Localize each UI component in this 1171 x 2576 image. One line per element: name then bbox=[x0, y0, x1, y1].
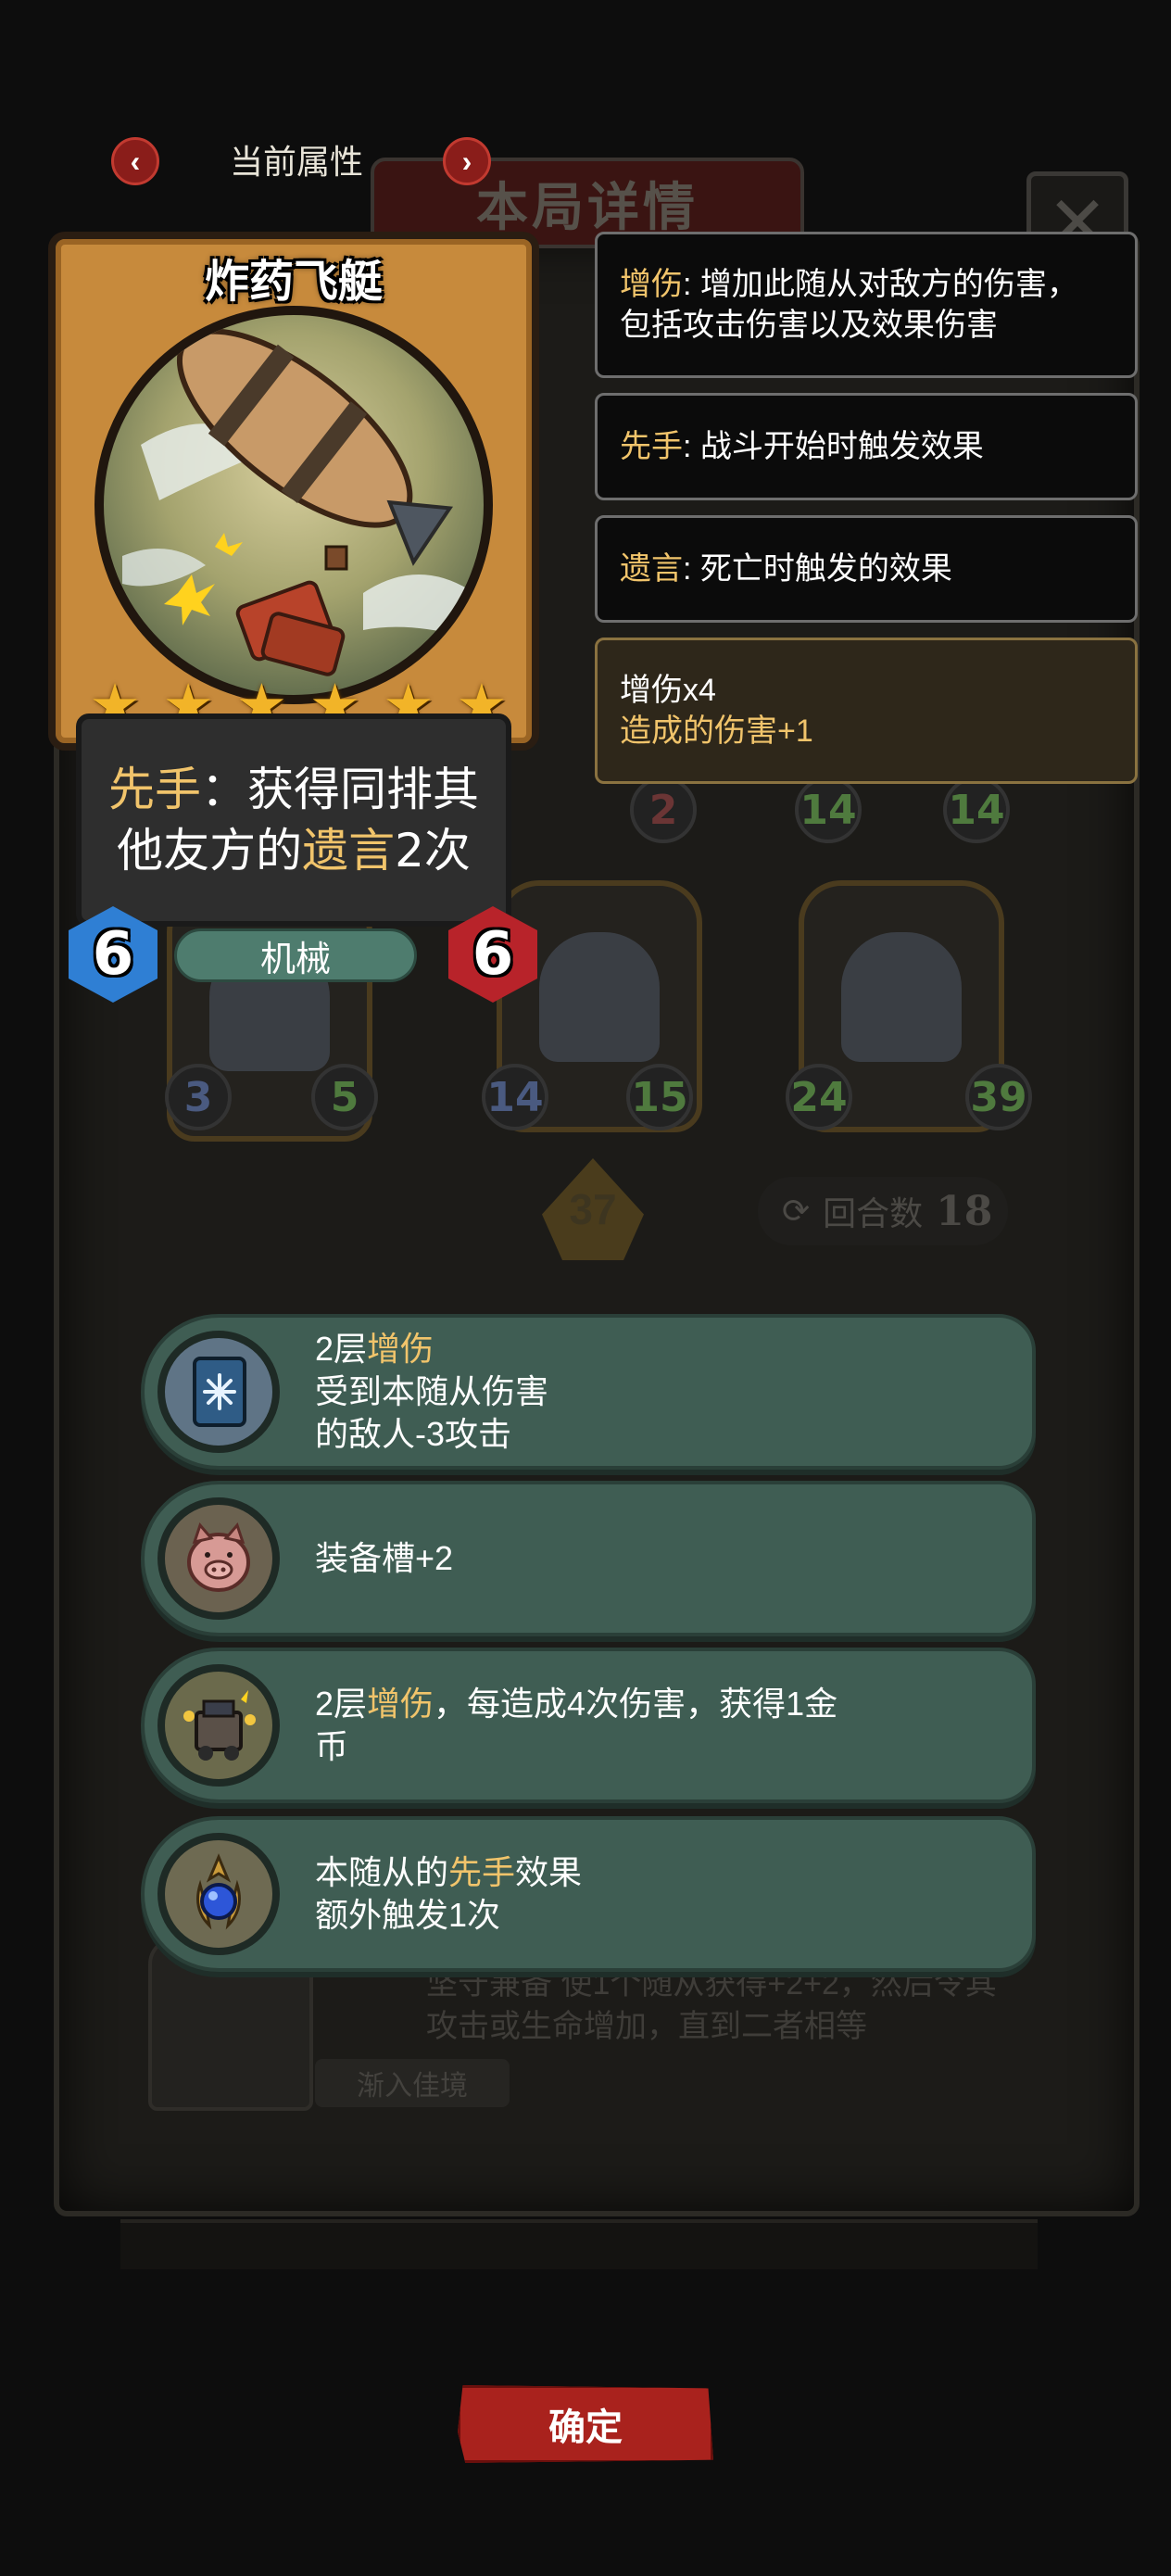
tooltip-text: : 死亡时触发的效果 bbox=[683, 551, 952, 587]
minion-health: 5 bbox=[311, 1064, 378, 1130]
keyword-damage-boost[interactable]: 增伤 bbox=[367, 1330, 434, 1368]
tooltip-damage-boost-stack: 增伤x4 造成的伤害+1 bbox=[595, 638, 1138, 784]
hero-power-tag: 渐入佳境 bbox=[315, 2059, 510, 2107]
equip-text: 装备槽+2 bbox=[315, 1539, 454, 1577]
tooltip-first-strike: 先手: 战斗开始时触发效果 bbox=[595, 393, 1138, 500]
equip-text: 额外触发1次 bbox=[315, 1896, 501, 1934]
round-label: 回合数 bbox=[823, 1194, 924, 1232]
equip-text: 受到本随从伤害 bbox=[315, 1372, 549, 1410]
keyword-first-strike[interactable]: 先手 bbox=[448, 1853, 515, 1891]
tooltip-keyword: 增伤 bbox=[620, 267, 683, 302]
chevron-right-icon: › bbox=[461, 144, 472, 178]
frost-book-icon bbox=[157, 1331, 280, 1453]
confirm-button[interactable]: 确定 bbox=[458, 2385, 713, 2463]
equip-text: ，每造成4次伤害，获得1金 bbox=[434, 1685, 838, 1723]
minion-stat: 2 bbox=[630, 777, 697, 843]
desc-line: 攻击或生命增加，直到二者相等 bbox=[426, 2009, 867, 2044]
keyword-first-strike[interactable]: 先手 bbox=[108, 763, 201, 816]
equip-text: 效果 bbox=[515, 1853, 583, 1891]
blue-orb-claw-icon bbox=[157, 1833, 280, 1955]
tooltip-damage-boost: 增伤: 增加此随从对敌方的伤害， 包括攻击伤害以及效果伤害 bbox=[595, 232, 1138, 378]
tribe-label: 机械 bbox=[174, 928, 417, 982]
equip-text: 的敌人-3攻击 bbox=[315, 1415, 512, 1453]
round-value: 18 bbox=[936, 1187, 993, 1235]
minion-card: 炸药飞艇 ★ ★ ★ ★ ★ ★ 先手：获得同排其他友方的遗言2次 6 机械 6 bbox=[48, 232, 539, 1003]
prev-arrow-button[interactable]: ‹ bbox=[111, 137, 159, 185]
tooltip-stack-count: 增伤x4 bbox=[620, 673, 716, 708]
tooltip-deathrattle: 遗言: 死亡时触发的效果 bbox=[595, 515, 1138, 623]
chevron-left-icon: ‹ bbox=[130, 144, 141, 178]
equipment-item[interactable]: 本随从的先手效果 额外触发1次 bbox=[141, 1816, 1036, 1972]
equipment-item[interactable]: 2层增伤，每造成4次伤害，获得1金 币 bbox=[141, 1648, 1036, 1803]
equip-text: 2层 bbox=[315, 1685, 368, 1723]
minion-attack: 14 bbox=[482, 1064, 548, 1130]
tooltip-text: : 增加此随从对敌方的伤害， bbox=[683, 267, 1078, 302]
equipment-item[interactable]: 装备槽+2 bbox=[141, 1481, 1036, 1636]
hero-power-description: 坚守兼备 使1个随从获得+2+2，然后令其 攻击或生命增加，直到二者相等 bbox=[426, 1963, 1038, 2048]
next-arrow-button[interactable]: › bbox=[443, 137, 491, 185]
minion-attack: 14 bbox=[795, 777, 862, 843]
equip-text: 本随从的 bbox=[315, 1853, 449, 1891]
tooltip-text: : 战斗开始时触发效果 bbox=[683, 429, 984, 464]
tooltip-keyword: 先手 bbox=[620, 429, 683, 464]
tooltip-text: 包括攻击伤害以及效果伤害 bbox=[620, 308, 998, 343]
card-name: 炸药飞艇 bbox=[204, 256, 383, 308]
pig-icon bbox=[157, 1497, 280, 1620]
tooltip-stack-effect: 造成的伤害+1 bbox=[620, 713, 813, 749]
round-counter: ⟳ 回合数 18 bbox=[758, 1177, 1008, 1245]
card-ability-text: 先手：获得同排其他友方的遗言2次 bbox=[76, 713, 511, 927]
bench-strip bbox=[120, 2219, 1038, 2269]
keyword-damage-boost[interactable]: 增伤 bbox=[367, 1685, 434, 1723]
tooltip-keyword: 遗言 bbox=[620, 551, 683, 587]
equipment-item[interactable]: 2层增伤 受到本随从伤害 的敌人-3攻击 bbox=[141, 1314, 1036, 1470]
equip-text: 币 bbox=[315, 1727, 349, 1765]
airship-illustration bbox=[122, 328, 474, 676]
equip-text: 2层 bbox=[315, 1330, 368, 1368]
minion-attack: 24 bbox=[786, 1064, 852, 1130]
minion-health: 39 bbox=[965, 1064, 1032, 1130]
minion-health: 15 bbox=[626, 1064, 693, 1130]
cannon-machine-icon bbox=[157, 1664, 280, 1787]
refresh-icon: ⟳ bbox=[782, 1192, 811, 1230]
attribute-title: 当前属性 bbox=[229, 143, 363, 181]
minion-attack: 3 bbox=[165, 1064, 232, 1130]
minion-health: 14 bbox=[943, 777, 1010, 843]
card-art-airship bbox=[94, 306, 493, 704]
keyword-deathrattle[interactable]: 遗言 bbox=[302, 824, 395, 878]
ability-text: 2次 bbox=[395, 824, 471, 878]
